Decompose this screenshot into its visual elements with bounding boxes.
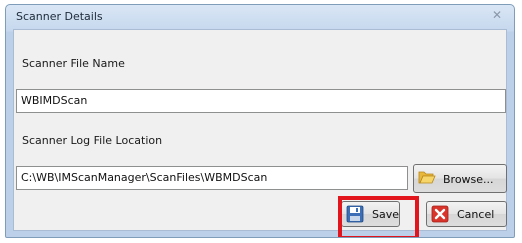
scanner-file-name-label: Scanner File Name: [22, 57, 125, 70]
title-bar[interactable]: Scanner Details ✕: [6, 5, 514, 29]
browse-button-label: Browse...: [443, 173, 494, 186]
folder-open-icon: [418, 171, 436, 184]
window-title: Scanner Details: [16, 10, 103, 23]
log-location-input[interactable]: C:\WB\IMScanManager\ScanFiles\WBMDScan: [16, 166, 408, 190]
scanner-details-dialog: Scanner Details ✕ Scanner File Name WBIM…: [5, 4, 515, 238]
scanner-file-name-input[interactable]: WBIMDScan: [16, 89, 506, 113]
cancel-button-label: Cancel: [457, 208, 495, 221]
cancel-button[interactable]: Cancel: [426, 201, 507, 227]
close-icon[interactable]: ✕: [490, 9, 504, 22]
browse-button[interactable]: Browse...: [413, 164, 507, 193]
save-button-label: Save: [372, 208, 400, 221]
save-button[interactable]: Save: [341, 201, 400, 227]
dialog-client-area: Scanner File Name WBIMDScan Scanner Log …: [13, 29, 507, 237]
log-location-label: Scanner Log File Location: [22, 134, 163, 147]
red-x-icon: [431, 205, 449, 223]
floppy-disk-icon: [346, 205, 364, 223]
